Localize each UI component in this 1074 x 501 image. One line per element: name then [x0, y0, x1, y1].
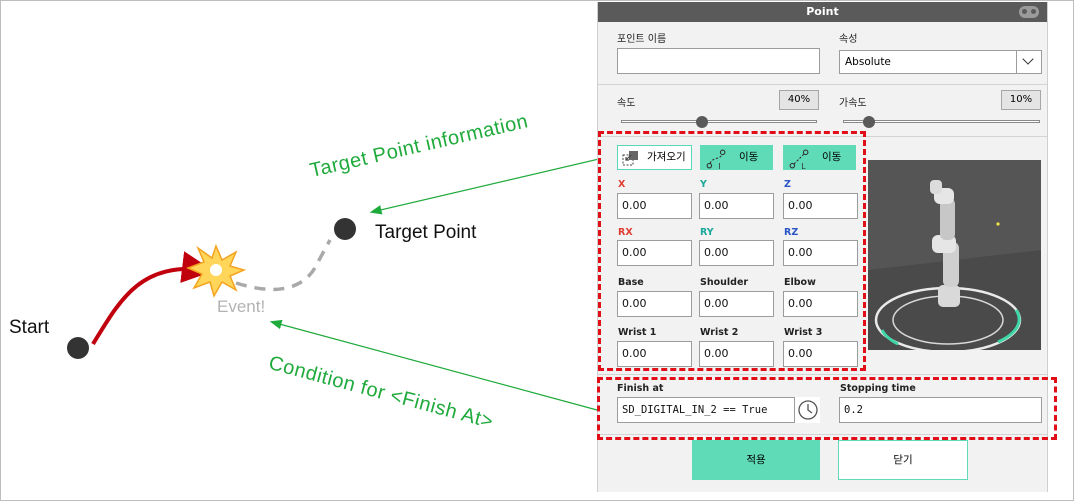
robot-3d-view[interactable]	[868, 160, 1041, 350]
gamepad-icon[interactable]	[1019, 6, 1039, 18]
divider	[598, 374, 1047, 375]
target-info-highlight	[598, 131, 866, 371]
finish-condition-highlight	[597, 377, 1057, 440]
start-point	[67, 337, 89, 359]
speed-slider[interactable]	[621, 120, 817, 123]
target-point-label: Target Point	[375, 222, 477, 243]
chevron-down-icon[interactable]	[1016, 51, 1041, 73]
speed-slider-knob[interactable]	[696, 116, 708, 128]
accel-slider-knob[interactable]	[863, 116, 875, 128]
trajectory-path	[91, 251, 214, 346]
accel-value: 10%	[1001, 90, 1041, 110]
target-info-arrow	[369, 158, 600, 215]
point-name-label: 포인트 이름	[617, 34, 667, 45]
dialog-title: Point	[598, 2, 1047, 22]
close-button[interactable]: 닫기	[838, 440, 968, 480]
attribute-label: 속성	[839, 34, 858, 45]
point-name-input[interactable]	[617, 48, 820, 74]
attribute-select[interactable]: Absolute	[839, 50, 1042, 74]
speed-label: 속도	[617, 98, 636, 109]
divider	[598, 84, 1047, 85]
planned-path	[235, 239, 332, 292]
apply-button[interactable]: 적용	[692, 440, 820, 480]
dialog-title-text: Point	[806, 5, 839, 18]
trajectory-diagram: Start Target Point Event! Target Point i…	[0, 0, 600, 501]
diagram-graphics	[67, 158, 600, 411]
speed-value: 40%	[779, 90, 819, 110]
start-label: Start	[9, 317, 50, 338]
event-label: Event!	[217, 297, 266, 316]
attribute-select-value: Absolute	[845, 56, 891, 68]
accel-label: 가속도	[839, 98, 867, 109]
target-point	[334, 218, 356, 240]
robot-arm-render	[868, 160, 1041, 350]
